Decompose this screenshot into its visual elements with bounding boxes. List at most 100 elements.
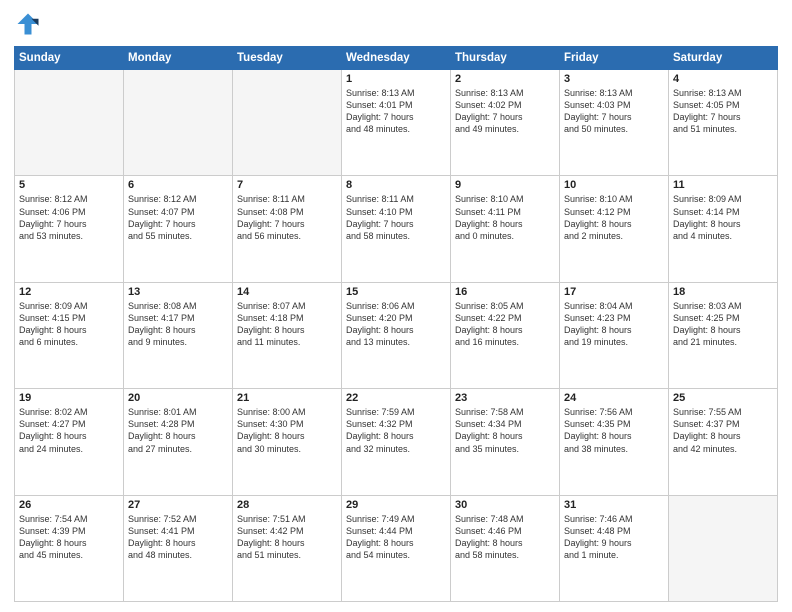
logo	[14, 10, 46, 38]
weekday-sunday: Sunday	[15, 47, 124, 70]
day-number: 27	[128, 499, 228, 511]
calendar-cell: 7 Sunrise: 8:11 AM Sunset: 4:08 PM Daylig…	[233, 176, 342, 282]
day-number: 8	[346, 179, 446, 191]
calendar-cell: 18 Sunrise: 8:03 AM Sunset: 4:25 PM Dayli…	[669, 282, 778, 388]
day-number: 9	[455, 179, 555, 191]
cell-info: Sunrise: 8:13 AM Sunset: 4:01 PM Dayligh…	[346, 87, 446, 136]
calendar-cell: 11 Sunrise: 8:09 AM Sunset: 4:14 PM Dayli…	[669, 176, 778, 282]
week-row-0: 1Sunrise: 8:13 AM Sunset: 4:01 PM Daylig…	[15, 70, 778, 176]
calendar-cell: 29 Sunrise: 7:49 AM Sunset: 4:44 PM Dayli…	[342, 495, 451, 601]
day-number: 7	[237, 179, 337, 191]
weekday-monday: Monday	[124, 47, 233, 70]
cell-info: Sunrise: 7:55 AM Sunset: 4:37 PM Dayligh…	[673, 406, 773, 455]
calendar-cell: 4 Sunrise: 8:13 AM Sunset: 4:05 PM Daylig…	[669, 70, 778, 176]
calendar-cell: 10 Sunrise: 8:10 AM Sunset: 4:12 PM Dayli…	[560, 176, 669, 282]
calendar-cell: 20 Sunrise: 8:01 AM Sunset: 4:28 PM Dayli…	[124, 389, 233, 495]
day-number: 5	[19, 179, 119, 191]
day-number: 11	[673, 179, 773, 191]
weekday-header-row: SundayMondayTuesdayWednesdayThursdayFrid…	[15, 47, 778, 70]
cell-info: Sunrise: 7:51 AM Sunset: 4:42 PM Dayligh…	[237, 513, 337, 562]
day-number: 28	[237, 499, 337, 511]
week-row-4: 26 Sunrise: 7:54 AM Sunset: 4:39 PM Dayli…	[15, 495, 778, 601]
calendar-cell: 15Sunrise: 8:06 AM Sunset: 4:20 PM Dayli…	[342, 282, 451, 388]
cell-info: Sunrise: 8:11 AM Sunset: 4:08 PM Dayligh…	[237, 193, 337, 242]
cell-info: Sunrise: 7:56 AM Sunset: 4:35 PM Dayligh…	[564, 406, 664, 455]
cell-info: Sunrise: 8:08 AM Sunset: 4:17 PM Dayligh…	[128, 300, 228, 349]
cell-info: Sunrise: 7:48 AM Sunset: 4:46 PM Dayligh…	[455, 513, 555, 562]
calendar-cell: 26 Sunrise: 7:54 AM Sunset: 4:39 PM Dayli…	[15, 495, 124, 601]
calendar-cell: 24 Sunrise: 7:56 AM Sunset: 4:35 PM Dayli…	[560, 389, 669, 495]
calendar-cell: 21 Sunrise: 8:00 AM Sunset: 4:30 PM Dayli…	[233, 389, 342, 495]
cell-info: Sunrise: 8:07 AM Sunset: 4:18 PM Dayligh…	[237, 300, 337, 349]
calendar-cell: 2Sunrise: 8:13 AM Sunset: 4:02 PM Daylig…	[451, 70, 560, 176]
day-number: 18	[673, 286, 773, 298]
week-row-3: 19Sunrise: 8:02 AM Sunset: 4:27 PM Dayli…	[15, 389, 778, 495]
day-number: 12	[19, 286, 119, 298]
calendar-cell: 25 Sunrise: 7:55 AM Sunset: 4:37 PM Dayli…	[669, 389, 778, 495]
day-number: 26	[19, 499, 119, 511]
calendar-cell: 23 Sunrise: 7:58 AM Sunset: 4:34 PM Dayli…	[451, 389, 560, 495]
cell-info: Sunrise: 8:03 AM Sunset: 4:25 PM Dayligh…	[673, 300, 773, 349]
day-number: 14	[237, 286, 337, 298]
cell-info: Sunrise: 8:06 AM Sunset: 4:20 PM Dayligh…	[346, 300, 446, 349]
cell-info: Sunrise: 7:52 AM Sunset: 4:41 PM Dayligh…	[128, 513, 228, 562]
day-number: 21	[237, 392, 337, 404]
cell-info: Sunrise: 8:11 AM Sunset: 4:10 PM Dayligh…	[346, 193, 446, 242]
cell-info: Sunrise: 8:10 AM Sunset: 4:11 PM Dayligh…	[455, 193, 555, 242]
day-number: 4	[673, 73, 773, 85]
day-number: 10	[564, 179, 664, 191]
cell-info: Sunrise: 8:10 AM Sunset: 4:12 PM Dayligh…	[564, 193, 664, 242]
weekday-friday: Friday	[560, 47, 669, 70]
day-number: 2	[455, 73, 555, 85]
day-number: 30	[455, 499, 555, 511]
calendar-cell: 6Sunrise: 8:12 AM Sunset: 4:07 PM Daylig…	[124, 176, 233, 282]
cell-info: Sunrise: 8:09 AM Sunset: 4:15 PM Dayligh…	[19, 300, 119, 349]
cell-info: Sunrise: 8:09 AM Sunset: 4:14 PM Dayligh…	[673, 193, 773, 242]
calendar-cell: 17 Sunrise: 8:04 AM Sunset: 4:23 PM Dayli…	[560, 282, 669, 388]
day-number: 3	[564, 73, 664, 85]
day-number: 19	[19, 392, 119, 404]
day-number: 20	[128, 392, 228, 404]
day-number: 29	[346, 499, 446, 511]
cell-info: Sunrise: 8:13 AM Sunset: 4:03 PM Dayligh…	[564, 87, 664, 136]
calendar-cell: 8 Sunrise: 8:11 AM Sunset: 4:10 PM Daylig…	[342, 176, 451, 282]
calendar-cell: 31 Sunrise: 7:46 AM Sunset: 4:48 PM Dayli…	[560, 495, 669, 601]
cell-info: Sunrise: 8:01 AM Sunset: 4:28 PM Dayligh…	[128, 406, 228, 455]
calendar-cell: 19Sunrise: 8:02 AM Sunset: 4:27 PM Dayli…	[15, 389, 124, 495]
weekday-tuesday: Tuesday	[233, 47, 342, 70]
calendar-cell	[15, 70, 124, 176]
calendar-cell	[233, 70, 342, 176]
calendar-cell: 9 Sunrise: 8:10 AM Sunset: 4:11 PM Daylig…	[451, 176, 560, 282]
calendar-cell: 1Sunrise: 8:13 AM Sunset: 4:01 PM Daylig…	[342, 70, 451, 176]
cell-info: Sunrise: 7:54 AM Sunset: 4:39 PM Dayligh…	[19, 513, 119, 562]
calendar-cell	[124, 70, 233, 176]
day-number: 23	[455, 392, 555, 404]
cell-info: Sunrise: 7:59 AM Sunset: 4:32 PM Dayligh…	[346, 406, 446, 455]
cell-info: Sunrise: 8:00 AM Sunset: 4:30 PM Dayligh…	[237, 406, 337, 455]
calendar-cell: 14 Sunrise: 8:07 AM Sunset: 4:18 PM Dayli…	[233, 282, 342, 388]
day-number: 25	[673, 392, 773, 404]
calendar-cell: 3 Sunrise: 8:13 AM Sunset: 4:03 PM Daylig…	[560, 70, 669, 176]
cell-info: Sunrise: 8:12 AM Sunset: 4:07 PM Dayligh…	[128, 193, 228, 242]
calendar-cell: 5 Sunrise: 8:12 AM Sunset: 4:06 PM Daylig…	[15, 176, 124, 282]
day-number: 17	[564, 286, 664, 298]
day-number: 31	[564, 499, 664, 511]
calendar-cell: 30 Sunrise: 7:48 AM Sunset: 4:46 PM Dayli…	[451, 495, 560, 601]
day-number: 13	[128, 286, 228, 298]
weekday-thursday: Thursday	[451, 47, 560, 70]
cell-info: Sunrise: 7:46 AM Sunset: 4:48 PM Dayligh…	[564, 513, 664, 562]
calendar-cell	[669, 495, 778, 601]
day-number: 22	[346, 392, 446, 404]
day-number: 16	[455, 286, 555, 298]
cell-info: Sunrise: 8:12 AM Sunset: 4:06 PM Dayligh…	[19, 193, 119, 242]
calendar-cell: 27 Sunrise: 7:52 AM Sunset: 4:41 PM Dayli…	[124, 495, 233, 601]
cell-info: Sunrise: 8:13 AM Sunset: 4:05 PM Dayligh…	[673, 87, 773, 136]
day-number: 24	[564, 392, 664, 404]
cell-info: Sunrise: 7:49 AM Sunset: 4:44 PM Dayligh…	[346, 513, 446, 562]
calendar-cell: 13 Sunrise: 8:08 AM Sunset: 4:17 PM Dayli…	[124, 282, 233, 388]
calendar-cell: 28 Sunrise: 7:51 AM Sunset: 4:42 PM Dayli…	[233, 495, 342, 601]
page: SundayMondayTuesdayWednesdayThursdayFrid…	[0, 0, 792, 612]
week-row-1: 5 Sunrise: 8:12 AM Sunset: 4:06 PM Daylig…	[15, 176, 778, 282]
cell-info: Sunrise: 8:04 AM Sunset: 4:23 PM Dayligh…	[564, 300, 664, 349]
cell-info: Sunrise: 7:58 AM Sunset: 4:34 PM Dayligh…	[455, 406, 555, 455]
